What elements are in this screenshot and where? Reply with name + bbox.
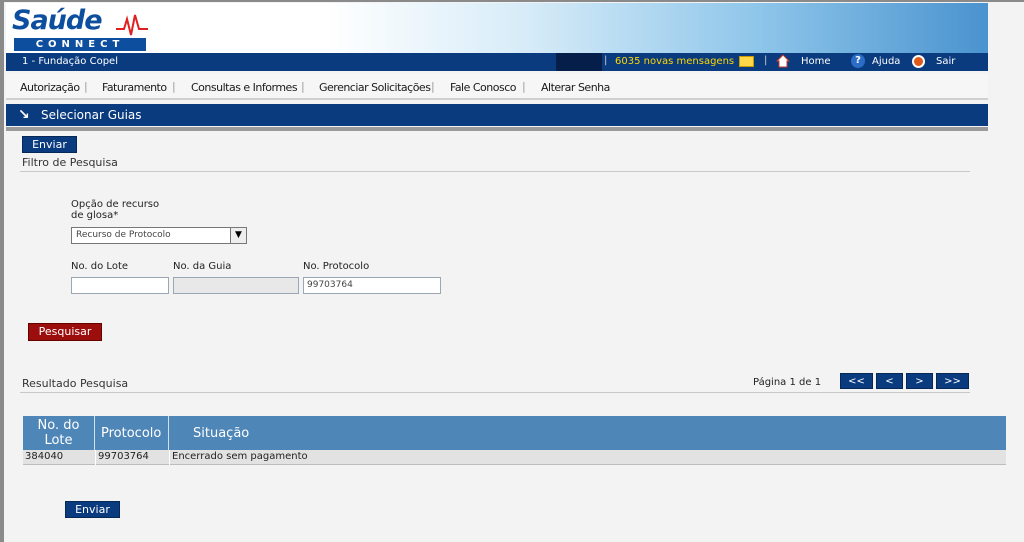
top-bar-dark-block: [556, 53, 602, 71]
column-header-lote-line2: Lote: [44, 433, 73, 448]
page-info: Página 1 de 1: [753, 377, 822, 388]
header-banner: [326, 3, 988, 53]
lote-input[interactable]: [71, 277, 169, 294]
column-header-lote-line1: No. do: [37, 418, 80, 433]
recurso-select-value: Recurso de Protocolo: [76, 230, 171, 240]
column-header-situacao[interactable]: Situação: [169, 416, 1006, 450]
logo[interactable]: Saúde CONNECT: [12, 5, 148, 51]
pager-prev-button[interactable]: <: [876, 373, 903, 389]
search-button[interactable]: Pesquisar: [28, 323, 102, 341]
nav-divider: |: [431, 80, 435, 93]
window-left-border: [0, 0, 4, 542]
table-row[interactable]: 384040 99703764 Encerrado sem pagamento: [23, 450, 1006, 465]
lote-label: No. do Lote: [71, 261, 129, 272]
recurso-label-line1: Opção de recurso: [71, 199, 160, 210]
exit-icon[interactable]: [912, 55, 925, 68]
filter-divider: [20, 171, 970, 172]
protocolo-input[interactable]: 99703764: [303, 277, 441, 294]
arrow-down-right-icon: ↘: [18, 107, 30, 123]
pager-last-button[interactable]: >>: [936, 373, 969, 389]
messages-link[interactable]: 6035 novas mensagens: [615, 56, 734, 67]
nav-item-faturamento[interactable]: Faturamento: [102, 81, 167, 94]
divider: |: [764, 55, 768, 66]
logo-main-text: Saúde: [12, 5, 103, 36]
column-header-situacao-label: Situação: [193, 425, 250, 441]
divider: |: [604, 55, 608, 66]
recurso-select[interactable]: Recurso de Protocolo ▼: [71, 227, 247, 244]
chevron-down-icon[interactable]: ▼: [230, 228, 246, 243]
pager-next-button[interactable]: >: [906, 373, 933, 389]
guia-input[interactable]: [173, 277, 299, 294]
organization-name: 1 - Fundação Copel: [22, 56, 118, 67]
pager-first-button[interactable]: <<: [840, 373, 873, 389]
logo-sub-text: CONNECT: [14, 38, 146, 51]
results-divider: [20, 392, 970, 393]
site-header: Saúde CONNECT: [6, 3, 988, 53]
send-button-bottom[interactable]: Enviar: [65, 501, 120, 518]
cell-lote: 384040: [25, 451, 64, 462]
protocolo-label: No. Protocolo: [303, 261, 370, 272]
home-link[interactable]: Home: [801, 56, 831, 67]
heartbeat-icon: [116, 14, 148, 36]
table-header: No. do Lote Protocolo Situação: [23, 416, 1006, 450]
nav-divider: |: [172, 80, 176, 93]
cell-situacao: Encerrado sem pagamento: [172, 451, 308, 462]
nav-item-consultas[interactable]: Consultas e Informes: [191, 81, 298, 94]
window-top-border: [0, 0, 1024, 2]
nav-item-gerenciar[interactable]: Gerenciar Solicitações: [319, 81, 431, 94]
guia-label: No. da Guia: [173, 261, 232, 272]
home-icon[interactable]: [776, 54, 790, 68]
send-button-top[interactable]: Enviar: [22, 136, 77, 153]
column-header-protocolo-label: Protocolo: [101, 425, 162, 441]
nav-divider: |: [84, 80, 88, 93]
help-icon[interactable]: ?: [851, 54, 865, 68]
nav-item-autorizacao[interactable]: Autorização: [20, 81, 80, 94]
column-header-lote[interactable]: No. do Lote: [23, 416, 95, 450]
nav-divider: |: [301, 80, 305, 93]
cell-protocolo: 99703764: [98, 451, 149, 462]
exit-link[interactable]: Sair: [936, 56, 955, 67]
filter-title: Filtro de Pesquisa: [22, 156, 118, 169]
section-underline: [6, 127, 988, 131]
section-title: Selecionar Guias: [41, 108, 142, 122]
envelope-icon[interactable]: [739, 56, 754, 67]
nav-item-fale-conosco[interactable]: Fale Conosco: [450, 81, 517, 94]
nav-item-alterar-senha[interactable]: Alterar Senha: [541, 81, 610, 94]
section-header: ↘ Selecionar Guias: [6, 104, 988, 126]
column-header-protocolo[interactable]: Protocolo: [95, 416, 169, 450]
recurso-label-line2: de glosa*: [71, 210, 119, 221]
results-title: Resultado Pesquisa: [22, 377, 129, 390]
nav-divider: |: [522, 80, 526, 93]
top-bar: 1 - Fundação Copel | 6035 novas mensagen…: [6, 53, 988, 71]
main-nav: Autorização | Faturamento | Consultas e …: [6, 74, 988, 100]
help-link[interactable]: Ajuda: [872, 56, 900, 67]
